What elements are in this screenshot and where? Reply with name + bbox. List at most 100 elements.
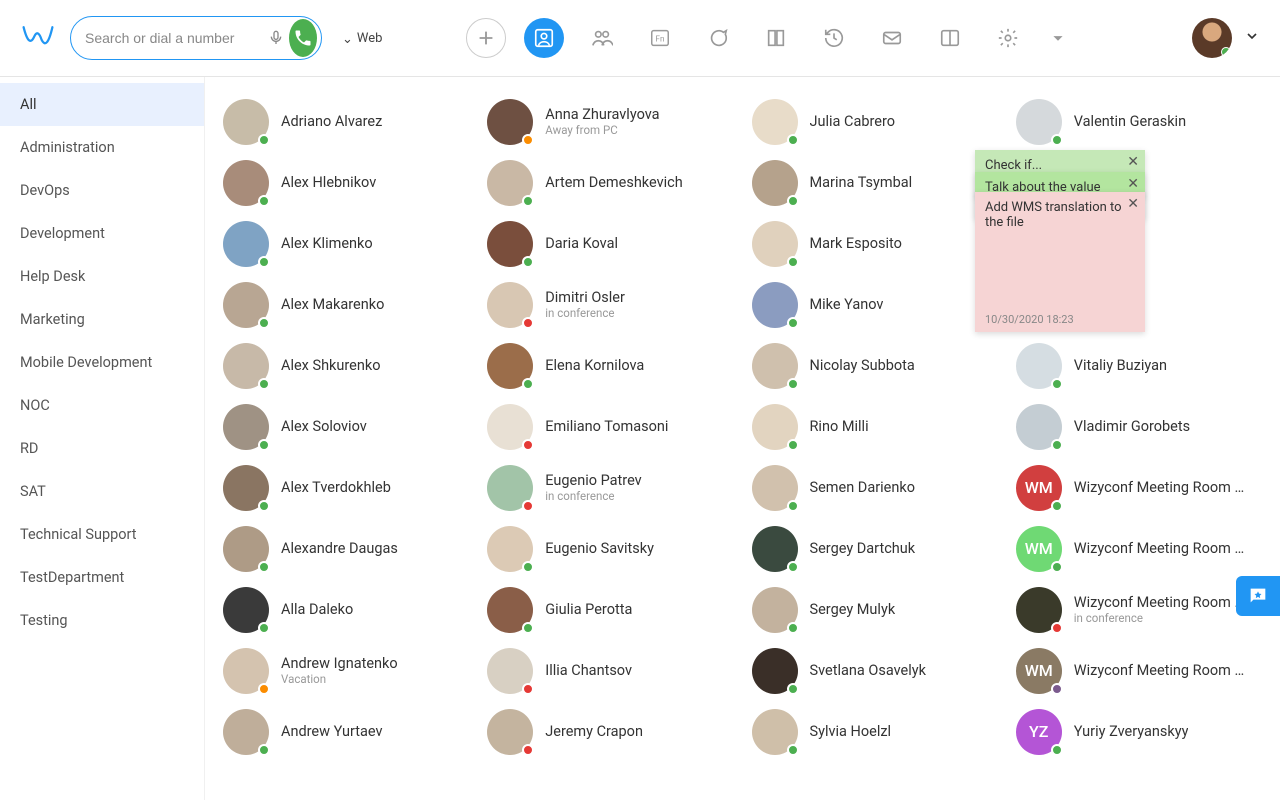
mic-icon[interactable]	[266, 25, 285, 51]
contact-item[interactable]: WMWizyconf Meeting Room …	[1012, 457, 1272, 518]
user-menu-chevron[interactable]	[1244, 28, 1260, 48]
contact-item[interactable]: Wizyconf Meeting Room …in conference	[1012, 579, 1272, 640]
contact-item[interactable]: Eugenio Savitsky	[483, 518, 743, 579]
status-dot	[1051, 378, 1063, 390]
avatar	[487, 587, 533, 633]
sidebar-item[interactable]: RD	[0, 427, 204, 470]
avatar	[223, 526, 269, 572]
sidebar-item[interactable]: SAT	[0, 470, 204, 513]
avatar	[487, 343, 533, 389]
contact-name: Andrew Ignatenko	[281, 655, 398, 672]
contact-item[interactable]: Julia Cabrero	[748, 91, 1008, 152]
layout-icon[interactable]	[930, 18, 970, 58]
sidebar-item[interactable]: Help Desk	[0, 255, 204, 298]
contact-item[interactable]: Alex Shkurenko	[219, 335, 479, 396]
contact-item[interactable]: Svetlana Osavelyk	[748, 640, 1008, 701]
contact-item[interactable]: Alex Tverdokhleb	[219, 457, 479, 518]
status-dot	[1051, 683, 1063, 695]
contact-item[interactable]: Rino Milli	[748, 396, 1008, 457]
sticky-note[interactable]: ✕ Add WMS translation to the file 10/30/…	[975, 192, 1145, 332]
close-icon[interactable]: ✕	[1127, 176, 1139, 192]
contact-item[interactable]: Eugenio Patrevin conference	[483, 457, 743, 518]
contact-item[interactable]: Vitaliy Buziyan	[1012, 335, 1272, 396]
sidebar-item[interactable]: Administration	[0, 126, 204, 169]
contact-item[interactable]: Mike Yanov	[748, 274, 1008, 335]
contact-item[interactable]: Alex Soloviov	[219, 396, 479, 457]
contact-item[interactable]: WMWizyconf Meeting Room …	[1012, 640, 1272, 701]
chat-icon[interactable]	[698, 18, 738, 58]
contact-item[interactable]: Sylvia Hoelzl	[748, 701, 1008, 762]
sidebar-item[interactable]: DevOps	[0, 169, 204, 212]
status-dot	[787, 683, 799, 695]
gear-icon[interactable]	[988, 18, 1028, 58]
status-dot	[522, 256, 534, 268]
voicemail-icon[interactable]	[872, 18, 912, 58]
sidebar-item[interactable]: Marketing	[0, 298, 204, 341]
sidebar-item[interactable]: Mobile Development	[0, 341, 204, 384]
contact-name: Alex Tverdokhleb	[281, 479, 391, 496]
contact-item[interactable]: Alex Klimenko	[219, 213, 479, 274]
contact-item[interactable]: Sergey Dartchuk	[748, 518, 1008, 579]
contact-item[interactable]: Alex Makarenko	[219, 274, 479, 335]
contact-item[interactable]: YZYuriy Zveryanskyy	[1012, 701, 1272, 762]
history-icon[interactable]	[814, 18, 854, 58]
contact-item[interactable]: Adriano Alvarez	[219, 91, 479, 152]
contact-item[interactable]: Dimitri Oslerin conference	[483, 274, 743, 335]
contact-item[interactable]: Marina Tsymbal	[748, 152, 1008, 213]
contact-item[interactable]: WMWizyconf Meeting Room …	[1012, 518, 1272, 579]
more-dropdown-icon[interactable]	[1046, 18, 1070, 58]
contact-item[interactable]: Elena Kornilova	[483, 335, 743, 396]
contact-name: Jeremy Crapon	[545, 723, 643, 740]
status-dot	[1051, 561, 1063, 573]
contact-item[interactable]: Nicolay Subbota	[748, 335, 1008, 396]
call-button[interactable]	[289, 19, 317, 57]
contact-item[interactable]: Giulia Perotta	[483, 579, 743, 640]
contact-item[interactable]: Daria Koval	[483, 213, 743, 274]
contact-item[interactable]: Jeremy Crapon	[483, 701, 743, 762]
colleagues-icon[interactable]	[582, 18, 622, 58]
search-dial-field[interactable]	[70, 16, 322, 60]
sidebar-item[interactable]: Development	[0, 212, 204, 255]
contact-item[interactable]: Artem Demeshkevich	[483, 152, 743, 213]
sidebar-item[interactable]: All	[0, 83, 204, 126]
fn-icon[interactable]: Fn	[640, 18, 680, 58]
line-selector[interactable]: ⌄ Web	[342, 31, 382, 46]
current-user-avatar[interactable]	[1192, 18, 1232, 58]
contact-name: Alex Soloviov	[281, 418, 367, 435]
contact-item[interactable]: Semen Darienko	[748, 457, 1008, 518]
sidebar-item[interactable]: NOC	[0, 384, 204, 427]
contact-item[interactable]: Illia Chantsov	[483, 640, 743, 701]
contact-item[interactable]: Andrew IgnatenkoVacation	[219, 640, 479, 701]
status-dot	[787, 622, 799, 634]
contact-name: Alex Makarenko	[281, 296, 384, 313]
add-button[interactable]	[466, 18, 506, 58]
sidebar-item[interactable]: Testing	[0, 599, 204, 642]
sidebar-item[interactable]: Technical Support	[0, 513, 204, 556]
contact-name: Nicolay Subbota	[810, 357, 915, 374]
contact-item[interactable]: Andrew Yurtaev	[219, 701, 479, 762]
contact-item[interactable]: Alexandre Daugas	[219, 518, 479, 579]
close-icon[interactable]: ✕	[1127, 196, 1139, 212]
contact-item[interactable]: Alla Daleko	[219, 579, 479, 640]
sidebar-item[interactable]: TestDepartment	[0, 556, 204, 599]
status-dot	[522, 622, 534, 634]
close-icon[interactable]: ✕	[1127, 154, 1139, 170]
phonebook-icon[interactable]	[756, 18, 796, 58]
contacts-button[interactable]	[524, 18, 564, 58]
avatar	[752, 99, 798, 145]
status-dot	[787, 561, 799, 573]
contact-item[interactable]: Valentin Geraskin	[1012, 91, 1272, 152]
contact-item[interactable]: Alex Hlebnikov	[219, 152, 479, 213]
contact-item[interactable]: Mark Esposito	[748, 213, 1008, 274]
contact-name: Mark Esposito	[810, 235, 902, 252]
contact-item[interactable]: Vladimir Gorobets	[1012, 396, 1272, 457]
contact-item[interactable]: Emiliano Tomasoni	[483, 396, 743, 457]
status-dot	[522, 683, 534, 695]
feedback-tab[interactable]	[1236, 576, 1280, 616]
contact-name: Marina Tsymbal	[810, 174, 913, 191]
contact-item[interactable]: Anna ZhuravlyovaAway from PC	[483, 91, 743, 152]
search-input[interactable]	[85, 30, 266, 46]
contact-item[interactable]: Sergey Mulyk	[748, 579, 1008, 640]
contact-name: Rino Milli	[810, 418, 869, 435]
line-label: Web	[357, 31, 383, 46]
